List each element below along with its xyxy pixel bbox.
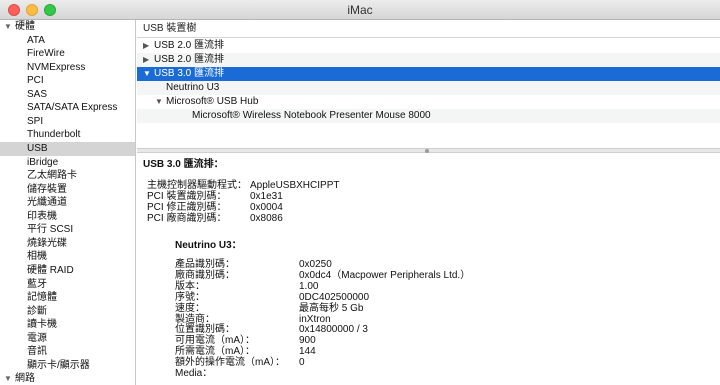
sidebar-item[interactable]: 印表機 (0, 210, 135, 224)
sidebar-item[interactable]: iBridge (0, 156, 135, 170)
detail-pane: USB 3.0 匯流排： 主機控制器驅動程式： AppleUSBXHCIPPT PC… (137, 153, 720, 385)
sidebar-item[interactable]: 讀卡機 (0, 318, 135, 332)
tree-row-label: USB 2.0 匯流排 (154, 40, 225, 51)
tree-row[interactable]: ▼ USB 3.0 匯流排 (137, 67, 720, 81)
sidebar-item[interactable]: 儲存裝置 (0, 183, 135, 197)
sidebar-item[interactable]: Thunderbolt (0, 128, 135, 142)
sidebar-item-label: 平行 SCSI (27, 224, 74, 236)
sidebar-item[interactable]: FireWire (0, 47, 135, 61)
tree-row[interactable]: ▶ USB 2.0 匯流排 (137, 53, 720, 67)
sidebar-item-label: FireWire (27, 48, 65, 60)
sidebar-item[interactable]: 藍牙 (0, 278, 135, 292)
sidebar-item-label: 相機 (27, 251, 47, 263)
sidebar-item-label: 電源 (27, 332, 47, 344)
tree-row-label: Microsoft® Wireless Notebook Presenter M… (192, 110, 431, 121)
disclosure-down-icon[interactable]: ▼ (4, 372, 15, 385)
disclosure-right-icon[interactable]: ▶ (143, 39, 154, 53)
sidebar-group-hardware[interactable]: ▼ 硬體 (0, 20, 135, 34)
disclosure-down-icon[interactable]: ▼ (155, 95, 166, 109)
sidebar: ▼ 硬體 ATA FireWire NVMExpress PCI SAS SATA/SATA… (0, 20, 136, 385)
sidebar-item-label: 音訊 (27, 346, 47, 358)
sidebar-item-label: SAS (27, 88, 48, 100)
sidebar-item-label: 顯示卡/顯示器 (27, 359, 90, 371)
sidebar-item-label: 讀卡機 (27, 319, 57, 331)
sidebar-item[interactable]: 光纖通道 (0, 196, 135, 210)
field-value: 0 (299, 357, 305, 369)
disclosure-down-icon[interactable]: ▼ (4, 20, 15, 34)
sidebar-item-label: 硬體 RAID (27, 264, 74, 276)
sidebar-group-network[interactable]: ▼ 網路 (0, 372, 135, 385)
tree-row[interactable]: ▶ USB 2.0 匯流排 (137, 39, 720, 53)
sidebar-item-label: Thunderbolt (27, 129, 81, 141)
window-title: iMac (347, 3, 373, 17)
field-key: PCI 廠商識別碼： (147, 213, 227, 224)
sidebar-item-label: SATA/SATA Express (27, 102, 118, 114)
sidebar-item-label: 儲存裝置 (27, 183, 67, 195)
disclosure-down-icon[interactable]: ▼ (143, 67, 154, 81)
sidebar-item-label: NVMExpress (27, 61, 86, 73)
tree-row[interactable]: ▼ Microsoft® USB Hub (137, 95, 720, 109)
sidebar-item[interactable]: 顯示卡/顯示器 (0, 359, 135, 373)
sidebar-item-label: 光纖通道 (27, 197, 67, 209)
tree-header: USB 裝置樹 (137, 20, 720, 38)
sidebar-item[interactable]: 診斷 (0, 305, 135, 319)
sidebar-item[interactable]: 燒錄光碟 (0, 237, 135, 251)
sidebar-item[interactable]: NVMExpress (0, 61, 135, 75)
tree-row[interactable]: Microsoft® Wireless Notebook Presenter M… (137, 109, 720, 123)
sidebar-item[interactable]: 音訊 (0, 345, 135, 359)
tree-row-label: Neutrino U3 (166, 82, 220, 93)
sidebar-item[interactable]: 電源 (0, 332, 135, 346)
sidebar-item[interactable]: SPI (0, 115, 135, 129)
sidebar-item-label: 燒錄光碟 (27, 237, 67, 249)
sidebar-group-label: 網路 (15, 373, 35, 384)
tree-row[interactable]: Neutrino U3 (137, 81, 720, 95)
sidebar-item-label: SPI (27, 115, 44, 127)
sidebar-item-label: ATA (27, 34, 45, 46)
tree-row-label: USB 2.0 匯流排 (154, 54, 225, 65)
detail-title: USB 3.0 匯流排： (143, 159, 224, 170)
device-title: Neutrino U3： (175, 240, 242, 251)
sidebar-item[interactable]: PCI (0, 74, 135, 88)
sidebar-item-label: 藍牙 (27, 278, 47, 290)
sidebar-item[interactable]: USB (0, 142, 135, 156)
sidebar-item[interactable]: 相機 (0, 250, 135, 264)
sidebar-item-label: 乙太網路卡 (27, 170, 77, 182)
tree-row-label: Microsoft® USB Hub (166, 96, 259, 107)
field-value: 0x8086 (250, 213, 283, 224)
sidebar-item[interactable]: 平行 SCSI (0, 223, 135, 237)
disclosure-right-icon[interactable]: ▶ (143, 53, 154, 67)
tree-row-label: USB 3.0 匯流排 (154, 68, 225, 79)
title-bar: iMac (0, 0, 720, 20)
sidebar-item[interactable]: 硬體 RAID (0, 264, 135, 278)
sidebar-group-label: 硬體 (15, 21, 35, 32)
sidebar-item-label: iBridge (27, 156, 59, 168)
sidebar-item-label: 診斷 (27, 305, 47, 317)
sidebar-item-label: 記憶體 (27, 292, 57, 304)
field-value: 0x0dc4（Macpower Peripherals Ltd.） (299, 269, 471, 281)
sidebar-item-label: USB (27, 143, 48, 154)
sidebar-item[interactable]: SATA/SATA Express (0, 101, 135, 115)
sidebar-item-label: 印表機 (27, 210, 57, 222)
sidebar-item[interactable]: 乙太網路卡 (0, 169, 135, 183)
sidebar-item[interactable]: 記憶體 (0, 291, 135, 305)
sidebar-item[interactable]: ATA (0, 34, 135, 48)
field-key: Media： (175, 368, 213, 379)
sidebar-item-label: PCI (27, 75, 44, 87)
usb-device-tree: USB 裝置樹 ▶ USB 2.0 匯流排 ▶ USB 2.0 匯流排 ▼ USB 3.0… (137, 20, 720, 148)
sidebar-item[interactable]: SAS (0, 88, 135, 102)
